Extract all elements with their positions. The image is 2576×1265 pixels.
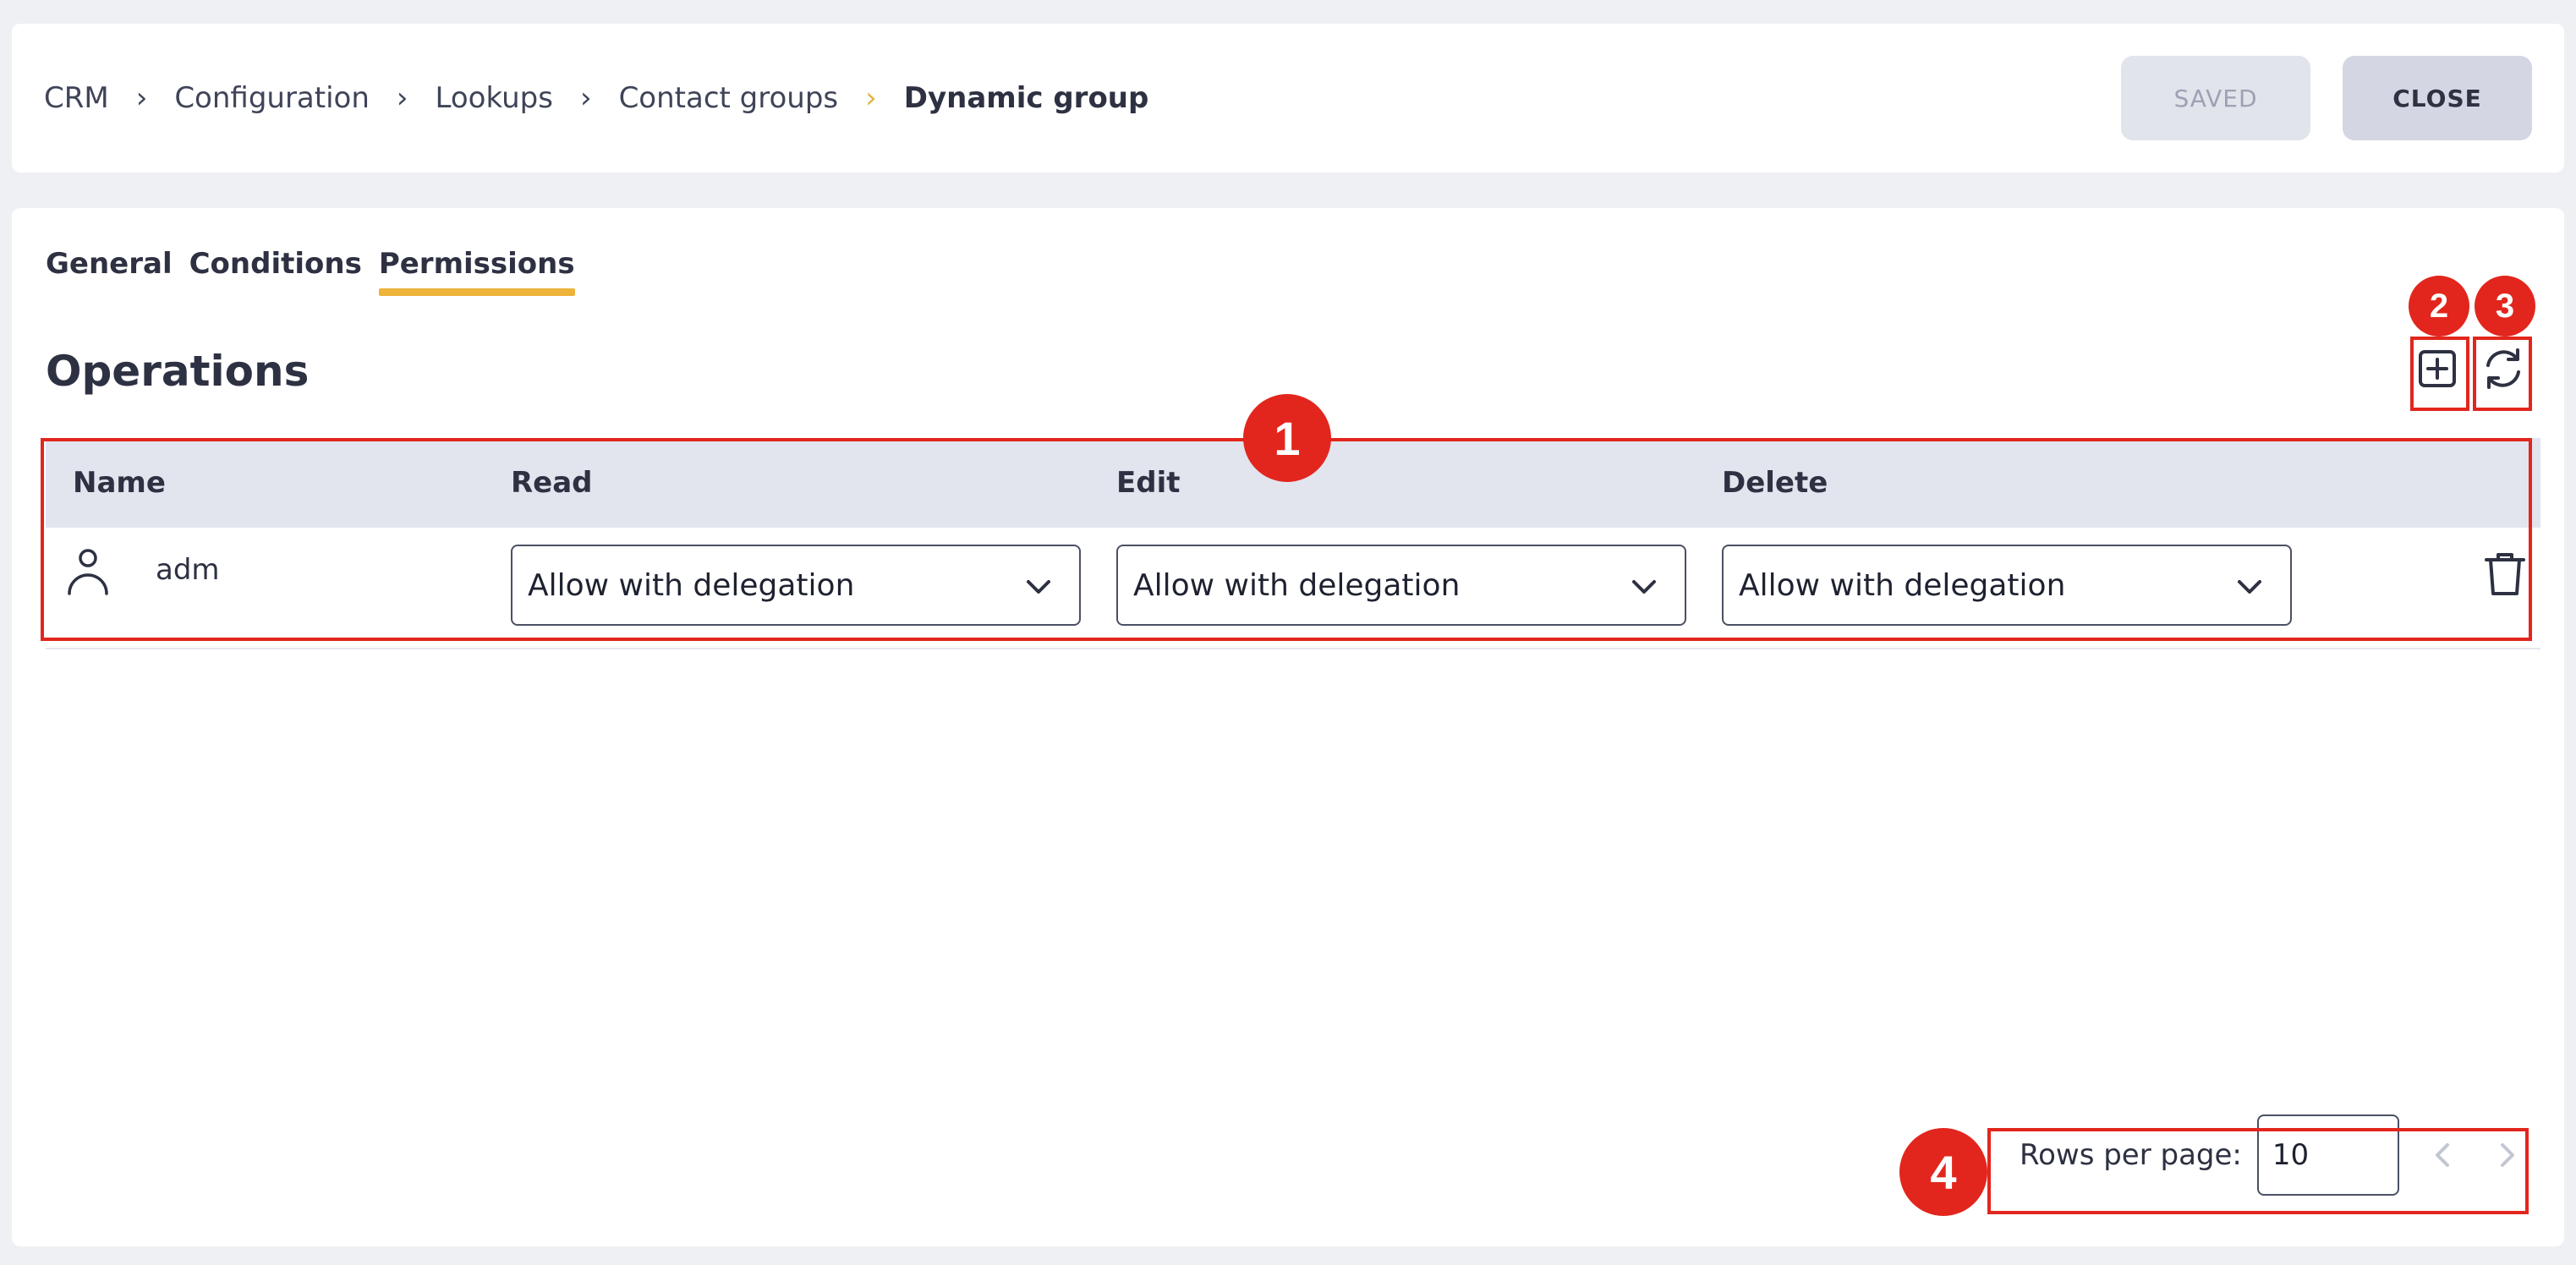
column-header-delete: Delete	[1722, 466, 1828, 500]
table-row: adm Allow with delegation Allow with del…	[46, 528, 2540, 649]
breadcrumb-item-lookups[interactable]: Lookups	[436, 81, 553, 115]
breadcrumb-current: Dynamic group	[903, 81, 1149, 115]
breadcrumb-chevron-icon: ›	[865, 81, 877, 115]
delete-permission-value: Allow with delegation	[1739, 567, 2066, 603]
add-button[interactable]	[2412, 335, 2463, 402]
breadcrumb-item-crm[interactable]: CRM	[44, 81, 109, 115]
pagination: Rows per page: 10	[1994, 1111, 2532, 1199]
tab-conditions[interactable]: Conditions	[189, 247, 362, 296]
close-button[interactable]: CLOSE	[2343, 56, 2532, 140]
rows-per-page-input[interactable]: 10	[2256, 1114, 2400, 1196]
user-name: adm	[156, 553, 220, 587]
chevron-right-icon	[2500, 1143, 2514, 1167]
read-permission-value: Allow with delegation	[528, 567, 855, 603]
plus-square-icon	[2419, 350, 2456, 387]
refresh-button[interactable]	[2478, 335, 2529, 402]
annotation-badge-3: 3	[2475, 276, 2535, 337]
saved-button[interactable]: SAVED	[2121, 56, 2310, 140]
column-header-edit: Edit	[1116, 466, 1181, 500]
breadcrumb-chevron-icon: ›	[579, 81, 592, 115]
previous-page-button[interactable]	[2418, 1130, 2467, 1180]
user-icon	[68, 549, 108, 595]
edit-permission-value: Allow with delegation	[1133, 567, 1461, 603]
refresh-icon	[2486, 348, 2520, 389]
chevron-down-icon	[2238, 580, 2261, 594]
annotation-badge-4: 4	[1899, 1128, 1987, 1216]
column-header-name: Name	[73, 466, 166, 500]
breadcrumb-item-contact-groups[interactable]: Contact groups	[619, 81, 839, 115]
main-panel: General Conditions Permissions Operation…	[12, 208, 2564, 1246]
section-title: Operations	[46, 347, 310, 396]
chevron-down-icon	[1027, 580, 1050, 594]
header-panel: CRM › Configuration › Lookups › Contact …	[12, 24, 2564, 172]
annotation-badge-1: 1	[1243, 394, 1331, 482]
edit-permission-select[interactable]: Allow with delegation	[1116, 545, 1686, 626]
chevron-down-icon	[1632, 580, 1656, 594]
tab-permissions[interactable]: Permissions	[378, 247, 575, 296]
annotation-badge-2: 2	[2409, 276, 2469, 337]
tab-bar: General Conditions Permissions	[46, 247, 575, 296]
breadcrumb-chevron-icon: ›	[135, 81, 148, 115]
column-header-read: Read	[511, 466, 593, 500]
next-page-button[interactable]	[2483, 1130, 2532, 1180]
breadcrumb-chevron-icon: ›	[396, 81, 408, 115]
delete-permission-select[interactable]: Allow with delegation	[1722, 545, 2292, 626]
read-permission-select[interactable]: Allow with delegation	[511, 545, 1081, 626]
breadcrumb-item-configuration[interactable]: Configuration	[174, 81, 370, 115]
breadcrumb: CRM › Configuration › Lookups › Contact …	[44, 24, 1148, 172]
tab-general[interactable]: General	[46, 247, 173, 296]
trash-icon[interactable]	[2480, 548, 2530, 599]
rows-per-page-label: Rows per page:	[2020, 1138, 2242, 1172]
chevron-left-icon	[2436, 1143, 2450, 1167]
